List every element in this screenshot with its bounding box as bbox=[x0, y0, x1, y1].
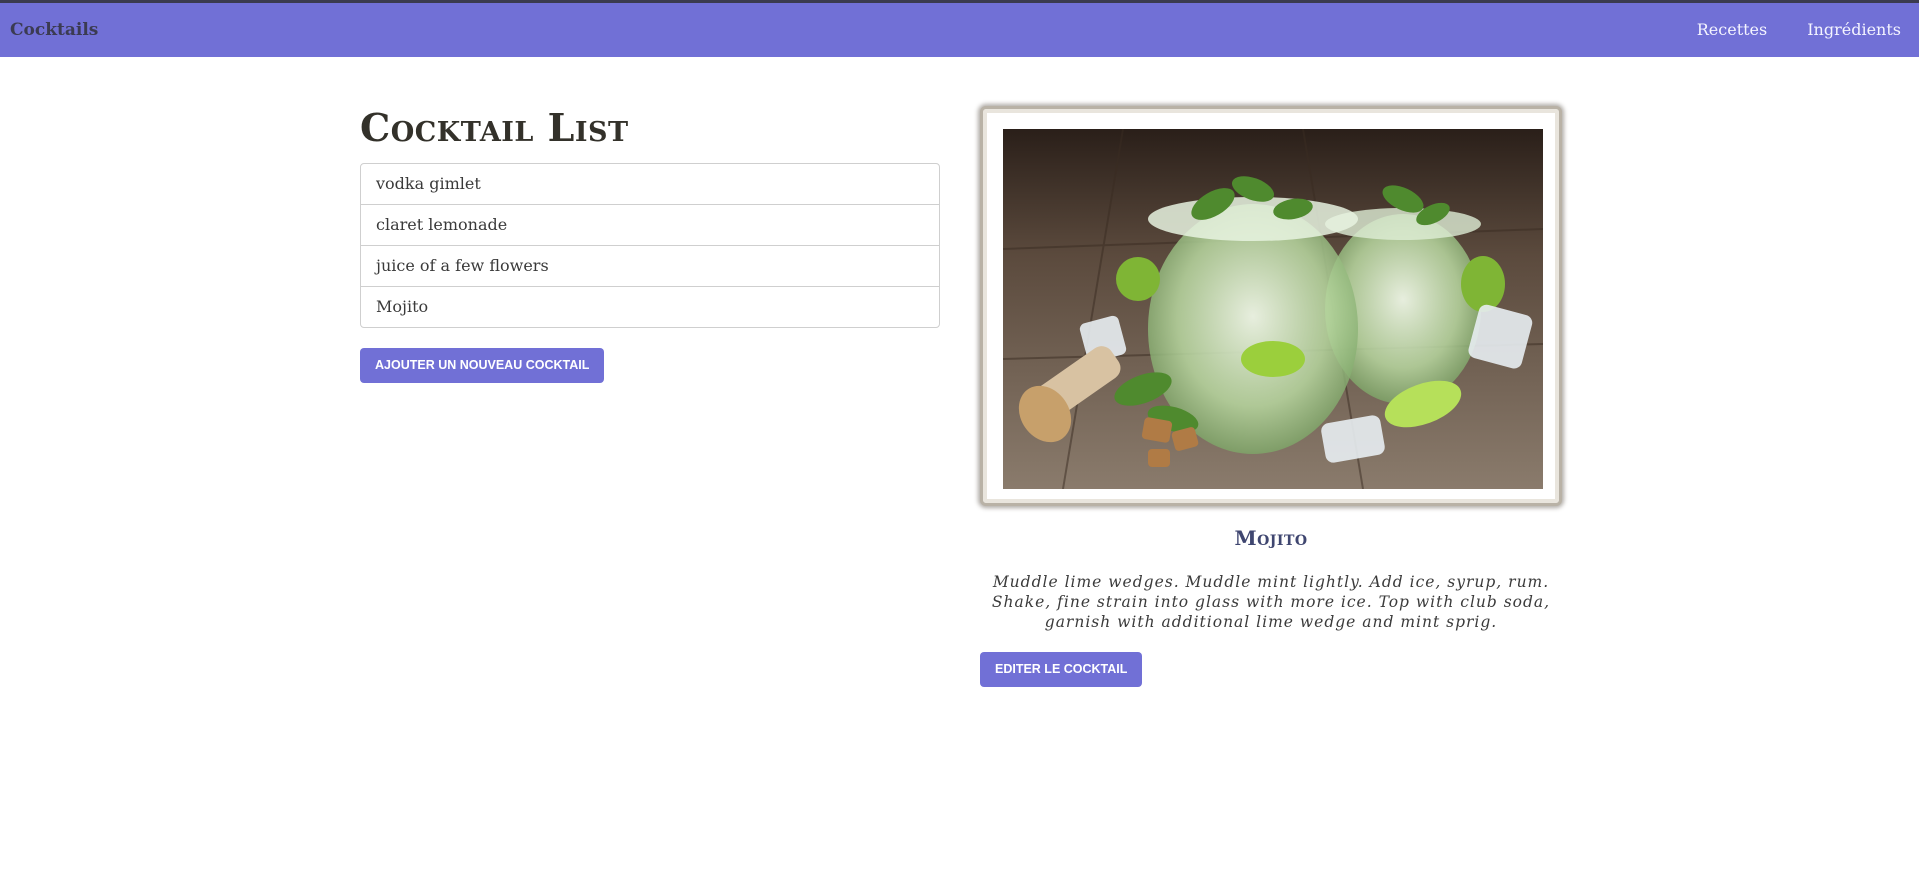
nav-links: Recettes Ingrédients bbox=[1657, 20, 1901, 39]
list-item[interactable]: claret lemonade bbox=[361, 204, 939, 245]
page-title: Cocktail List bbox=[360, 105, 629, 150]
cocktail-photo bbox=[1003, 129, 1543, 489]
cocktail-description: Muddle lime wedges. Muddle mint lightly.… bbox=[991, 573, 1551, 631]
nav-link-recettes[interactable]: Recettes bbox=[1697, 20, 1767, 39]
list-item[interactable]: vodka gimlet bbox=[361, 164, 939, 204]
cocktail-name: Mojito bbox=[1234, 526, 1308, 550]
navbar: Cocktails Recettes Ingrédients bbox=[0, 3, 1919, 57]
list-item[interactable]: juice of a few flowers bbox=[361, 245, 939, 286]
nav-link-ingredients[interactable]: Ingrédients bbox=[1807, 20, 1901, 39]
cocktail-list: vodka gimlet claret lemonade juice of a … bbox=[360, 163, 940, 328]
cocktail-detail-section: Mojito Muddle lime wedges. Muddle mint l… bbox=[980, 106, 1562, 687]
brand-link[interactable]: Cocktails bbox=[10, 20, 98, 40]
add-cocktail-button[interactable]: Ajouter un nouveau cocktail bbox=[360, 348, 605, 383]
image-frame bbox=[980, 106, 1562, 506]
edit-cocktail-button[interactable]: Editer le cocktail bbox=[980, 652, 1143, 687]
cocktail-list-section: Cocktail List vodka gimlet claret lemona… bbox=[360, 105, 940, 383]
list-item[interactable]: Mojito bbox=[361, 286, 939, 327]
